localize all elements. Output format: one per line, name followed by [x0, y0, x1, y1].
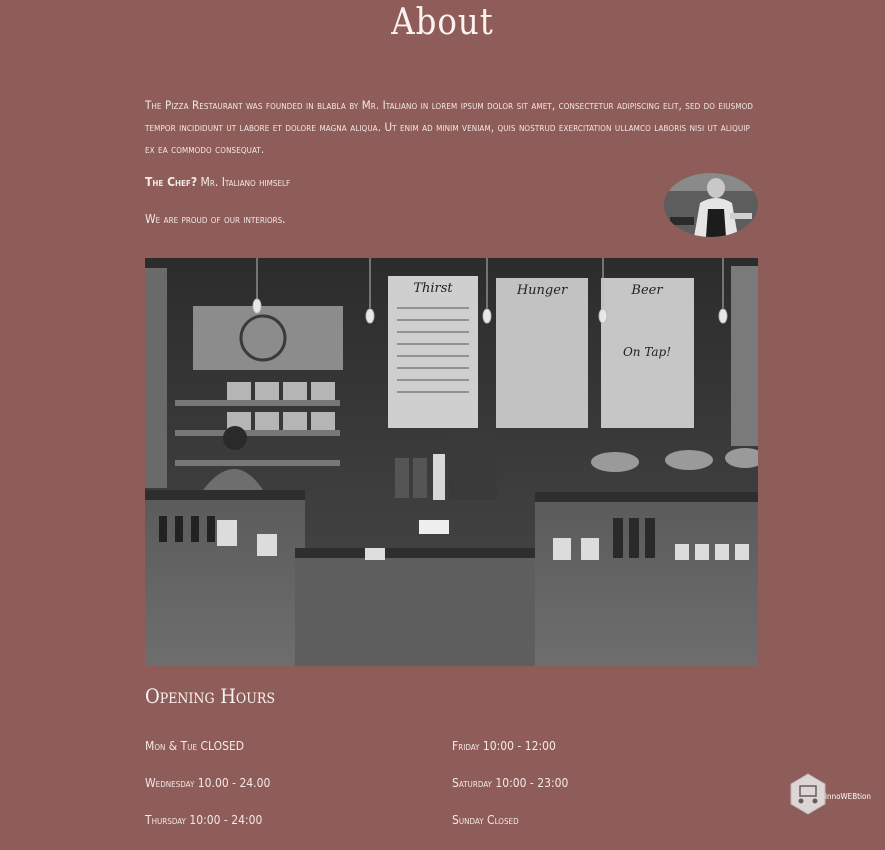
innowebtion-badge[interactable]: innoWEBtion: [789, 773, 871, 819]
chef-label: The Chef?: [145, 175, 198, 189]
innowebtion-label: innoWEBtion: [825, 791, 871, 801]
hours-left-column: Mon & Tue CLOSED Wednesday 10.00 - 24.00…: [145, 739, 270, 850]
opening-hours-heading: Opening Hours: [145, 684, 275, 708]
menu-board-thirst: Thirst: [413, 281, 453, 296]
hours-entry: Friday 10:00 - 12:00: [452, 739, 556, 753]
menu-board-beer: Beer: [630, 283, 663, 298]
menu-board-hunger: Hunger: [516, 283, 568, 298]
hours-entry: Saturday 10:00 - 23:00: [452, 776, 569, 790]
hours-entry: Sunday Closed: [452, 813, 519, 827]
chef-value: Mr. Italiano himself: [200, 175, 291, 189]
hours-entry: Thursday 10:00 - 24:00: [145, 813, 263, 827]
hours-right-column: Friday 10:00 - 12:00 Saturday 10:00 - 23…: [452, 739, 568, 850]
innowebtion-logo-icon: [789, 773, 827, 819]
page-title: About: [391, 2, 494, 43]
hours-entry: Wednesday 10.00 - 24.00: [145, 776, 271, 790]
hours-entry: Mon & Tue CLOSED: [145, 739, 245, 753]
menu-board-on-tap: On Tap!: [623, 345, 671, 359]
chef-line: The Chef? Mr. Italiano himself: [145, 175, 758, 189]
about-intro-text: The Pizza Restaurant was founded in blab…: [145, 98, 754, 156]
chef-avatar-image: [664, 173, 758, 237]
cafe-interior-photo: Thirst Hunger Beer On Tap!: [145, 258, 758, 666]
